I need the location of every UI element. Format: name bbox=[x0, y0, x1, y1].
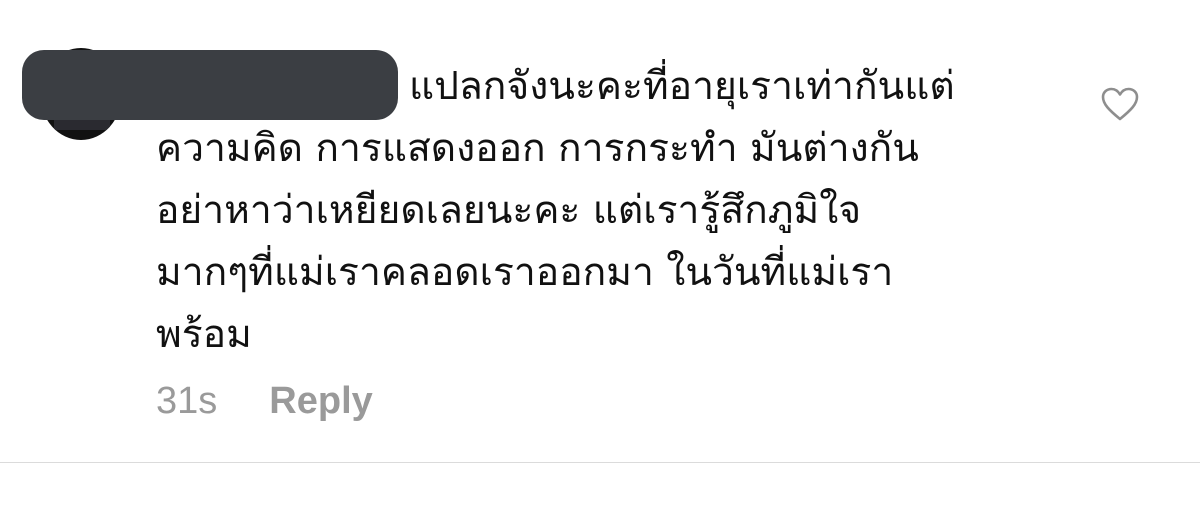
comment-line-1: แปลกจังนะคะที่อายุเราเท่ากันแต่ bbox=[409, 64, 955, 109]
heart-outline-icon[interactable] bbox=[1100, 86, 1140, 122]
comment-line-3: อย่าหาว่าเหยียดเลยนะคะ แต่เรารู้สึกภูมิใ… bbox=[156, 188, 862, 233]
reply-button[interactable]: Reply bbox=[269, 380, 372, 423]
comment-item: แปลกจังนะคะที่อายุเราเท่ากันแต่ความคิด ก… bbox=[0, 0, 1200, 462]
comment-line-4: มากๆที่แม่เราคลอดเราออกมา ในวันที่แม่เรา bbox=[156, 250, 894, 295]
timestamp: 31s bbox=[156, 379, 218, 422]
comment-line-2: ความคิด การแสดงออก การกระทำ มันต่างกัน bbox=[156, 126, 919, 171]
comment-meta: 31s Reply bbox=[156, 374, 373, 428]
comment-text: แปลกจังนะคะที่อายุเราเท่ากันแต่ความคิด ก… bbox=[156, 56, 1036, 366]
divider bbox=[0, 462, 1200, 463]
comment-line-5: พร้อม bbox=[156, 312, 252, 357]
